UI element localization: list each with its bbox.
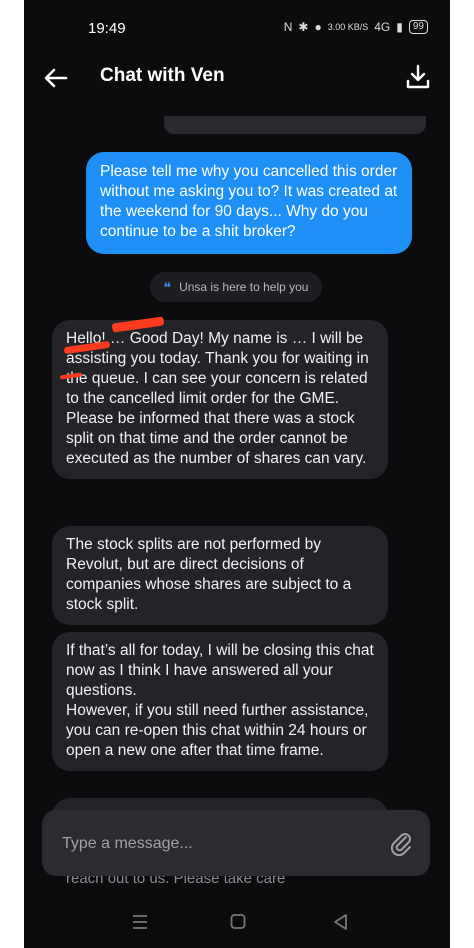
download-icon — [406, 64, 430, 89]
recents-button[interactable] — [126, 910, 154, 934]
download-button[interactable] — [404, 62, 432, 92]
attach-button[interactable] — [388, 830, 414, 857]
system-navbar — [24, 898, 450, 948]
message-partial-top — [164, 116, 426, 134]
message-agent: The stock splits are not performed by Re… — [52, 526, 388, 625]
nfc-icon: N — [283, 20, 293, 34]
chat-bubbles-icon: ❝ — [163, 278, 172, 295]
system-chip-label: Unsa is here to help you — [179, 280, 309, 294]
status-bar: 19:49 N ✱ ● 3.00 KB/S 4G ▮ 99 — [24, 0, 450, 56]
back-arrow-icon — [44, 68, 68, 88]
battery-level: 99 — [408, 20, 428, 34]
net-speed: 3.00 KB/S — [327, 22, 369, 32]
status-time: 19:49 — [88, 20, 126, 37]
message-agent: If that’s all for today, I will be closi… — [52, 632, 388, 771]
location-icon: ● — [314, 20, 322, 34]
phone-screen: 19:49 N ✱ ● 3.00 KB/S 4G ▮ 99 Chat with … — [24, 0, 450, 948]
status-icons: N ✱ ● 3.00 KB/S 4G ▮ 99 — [284, 20, 428, 34]
paperclip-icon — [390, 833, 411, 857]
chat-header: Chat with Ven — [24, 56, 450, 112]
home-button[interactable] — [224, 910, 252, 934]
message-composer — [42, 810, 430, 876]
back-button[interactable] — [42, 64, 70, 92]
menu-icon — [133, 915, 147, 929]
signal-icon: ▮ — [396, 20, 403, 34]
message-list[interactable]: Please tell me why you cancelled this or… — [24, 112, 450, 812]
chat-title: Chat with Ven — [100, 65, 225, 86]
home-square-icon — [230, 914, 246, 929]
system-chip: ❝ Unsa is here to help you — [150, 272, 322, 302]
back-triangle-icon — [334, 914, 347, 930]
network-label: 4G — [374, 20, 391, 34]
nav-back-button[interactable] — [326, 910, 354, 934]
message-input[interactable] — [60, 830, 364, 858]
message-user: Please tell me why you cancelled this or… — [86, 152, 412, 254]
bluetooth-icon: ✱ — [298, 20, 309, 34]
